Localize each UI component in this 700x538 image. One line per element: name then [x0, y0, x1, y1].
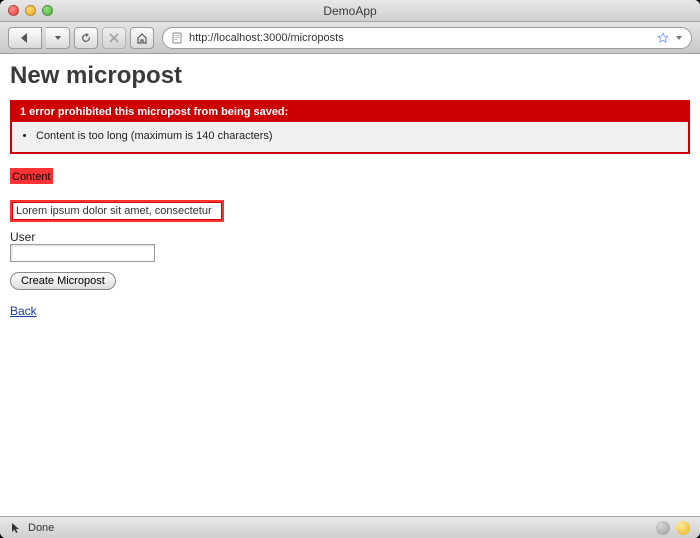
- pointer-icon: [10, 522, 22, 534]
- content-input[interactable]: [12, 202, 222, 220]
- error-header: 1 error prohibited this micropost from b…: [12, 102, 688, 122]
- chevron-down-icon: [54, 34, 62, 42]
- status-dot-icon[interactable]: [656, 521, 670, 535]
- home-icon: [136, 32, 148, 44]
- bookmark-star-icon[interactable]: [657, 32, 669, 44]
- browser-toolbar: [0, 22, 700, 54]
- status-bar: Done: [0, 516, 700, 538]
- home-button[interactable]: [130, 27, 154, 49]
- user-label: User: [10, 230, 690, 244]
- content-input-row: [10, 200, 690, 222]
- back-button[interactable]: [8, 27, 42, 49]
- titlebar: DemoApp: [0, 0, 700, 22]
- create-micropost-button[interactable]: Create Micropost: [10, 272, 116, 290]
- field-with-errors: [10, 200, 224, 222]
- error-item: Content is too long (maximum is 140 char…: [36, 130, 680, 142]
- window-title: DemoApp: [0, 4, 700, 18]
- reload-icon: [80, 32, 92, 44]
- back-link[interactable]: Back: [10, 304, 37, 318]
- url-bar[interactable]: [162, 27, 692, 49]
- triangle-left-icon: [19, 32, 31, 44]
- history-menu-button[interactable]: [46, 27, 70, 49]
- page-title: New micropost: [10, 62, 690, 90]
- error-list: Content is too long (maximum is 140 char…: [12, 122, 688, 152]
- reload-button[interactable]: [74, 27, 98, 49]
- status-dot-icon[interactable]: [676, 521, 690, 535]
- content-label-row: Content: [10, 168, 690, 184]
- page-content: New micropost 1 error prohibited this mi…: [0, 54, 700, 516]
- browser-window: DemoApp New micropost 1 error prohibited…: [0, 0, 700, 538]
- field-with-errors: Content: [10, 168, 53, 184]
- x-icon: [109, 33, 119, 43]
- url-input[interactable]: [189, 32, 651, 44]
- status-text: Done: [28, 522, 54, 534]
- chevron-down-icon[interactable]: [675, 34, 683, 42]
- user-input[interactable]: [10, 244, 155, 262]
- error-explanation: 1 error prohibited this micropost from b…: [10, 100, 690, 154]
- page-icon: [171, 32, 183, 44]
- stop-button[interactable]: [102, 27, 126, 49]
- content-label: Content: [12, 171, 51, 183]
